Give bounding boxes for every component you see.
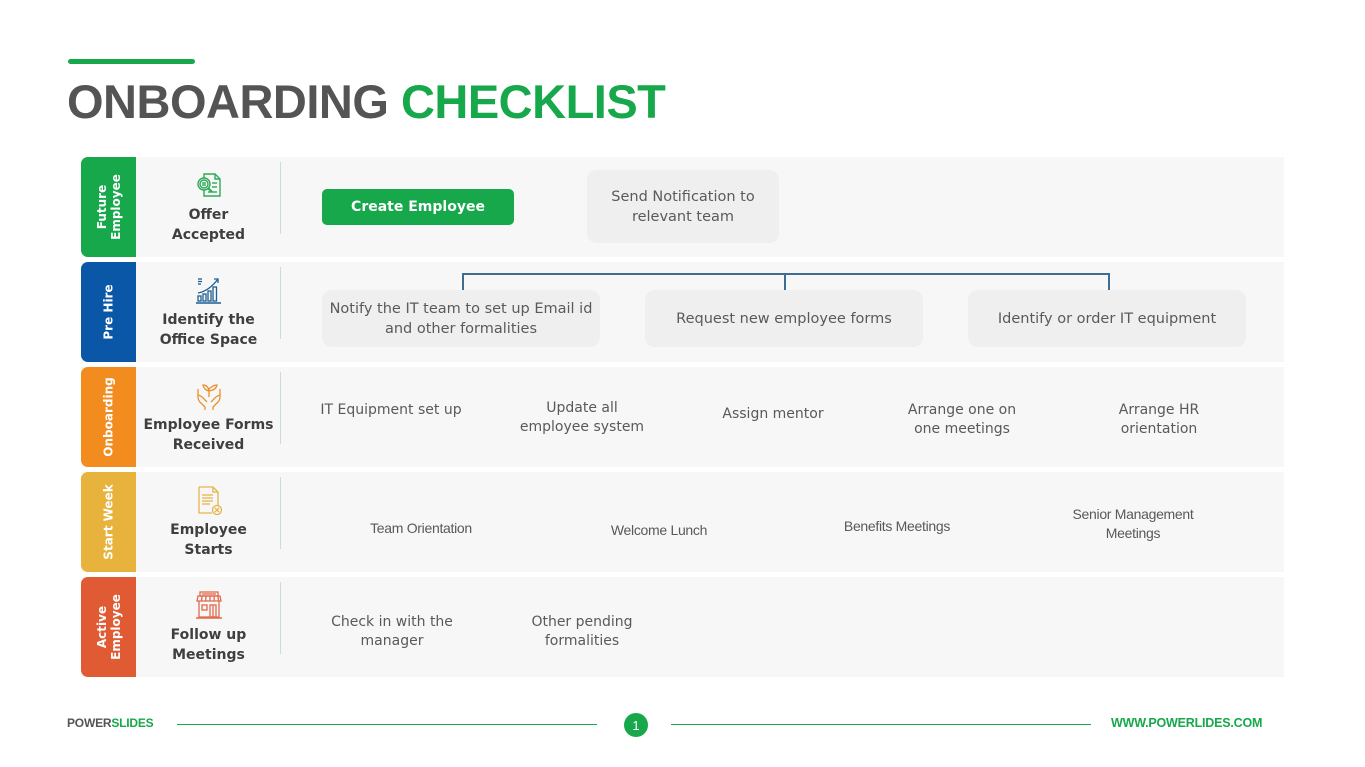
stage-label: Pre Hire	[81, 262, 136, 362]
milestone-text: Employee Starts	[170, 522, 247, 558]
stage-row-pre-hire: Pre Hire Identify the Office Space Notif…	[81, 262, 1284, 362]
page-number-badge: 1	[624, 713, 648, 737]
stage-label: Onboarding	[81, 367, 136, 467]
page-title: ONBOARDING CHECKLIST	[67, 74, 666, 130]
connector-vertical	[784, 273, 786, 290]
milestone: Offer Accepted	[136, 157, 281, 257]
title-part-1: ONBOARDING	[67, 75, 389, 128]
milestone-text: Identify the Office Space	[159, 312, 258, 348]
task-item: IT Equipment set up	[320, 402, 462, 418]
stage-row-onboarding: Onboarding Employee Forms Received IT Eq…	[81, 367, 1284, 467]
row-divider	[280, 477, 281, 549]
hands-plant-icon	[196, 384, 221, 410]
stage-label: Start Week	[81, 472, 136, 572]
task-item: Assign mentor	[722, 406, 824, 422]
stage-label-text: Pre Hire	[101, 284, 116, 340]
stage-row-active-employee: Active Employee Follow up Meetings Check…	[81, 577, 1284, 677]
connector-vertical	[462, 273, 464, 290]
task-item: Update all employee system	[519, 400, 645, 435]
stage-row-future-employee: Future Employee Offer Accepted Create Em…	[81, 157, 1284, 257]
row-divider	[280, 582, 281, 654]
task-item: Arrange HR orientation	[1118, 402, 1200, 437]
row-divider	[280, 372, 281, 444]
footer-divider-right	[671, 724, 1091, 725]
footer-brand-logo: POWERSLIDES	[67, 716, 154, 730]
stage-label-text: Future Employee	[94, 174, 123, 240]
brand-part-2: SLIDES	[111, 716, 154, 730]
task-box: Request new employee forms	[645, 290, 923, 347]
footer-divider-left	[177, 724, 597, 725]
milestone: Employee Forms Received	[136, 367, 281, 467]
brand-part-1: POWER	[67, 716, 112, 730]
connector-vertical	[1108, 273, 1110, 290]
task-item: Check in with the manager	[331, 614, 453, 649]
title-part-2: CHECKLIST	[400, 75, 666, 128]
stage-label-text: Active Employee	[94, 594, 123, 660]
growth-chart-icon	[195, 278, 221, 304]
task-item: Welcome Lunch	[610, 522, 708, 538]
milestone: Follow up Meetings	[136, 577, 281, 677]
task-box: Identify or order IT equipment	[968, 290, 1246, 347]
task-box: Send Notification to relevant team	[587, 170, 779, 243]
row-divider	[280, 162, 281, 234]
create-employee-task[interactable]: Create Employee	[322, 189, 514, 225]
title-accent-bar	[68, 59, 195, 64]
row-divider	[280, 267, 281, 339]
task-box: Notify the IT team to set up Email id an…	[322, 290, 600, 347]
stage-label-text: Onboarding	[101, 377, 116, 457]
stage-label-text: Start Week	[101, 484, 116, 560]
task-item: Benefits Meetings	[843, 518, 951, 534]
milestone: Identify the Office Space	[136, 262, 281, 362]
task-item: Other pending formalities	[531, 614, 633, 649]
stage-label: Active Employee	[81, 577, 136, 677]
storefront-icon	[195, 591, 222, 619]
task-item: Arrange one on one meetings	[907, 402, 1017, 437]
milestone-text: Follow up Meetings	[170, 627, 247, 663]
milestone-text: Offer Accepted	[171, 207, 246, 243]
stage-label: Future Employee	[81, 157, 136, 257]
task-item: Senior Management Meetings	[1072, 506, 1194, 541]
task-item: Team Orientation	[370, 520, 472, 536]
connector-horizontal	[462, 273, 1109, 275]
document-search-icon	[196, 173, 221, 197]
footer-website-link[interactable]: WWW.POWERLIDES.COM	[1111, 716, 1262, 730]
stage-row-start-week: Start Week Employee Starts Team Orientat…	[81, 472, 1284, 572]
milestone: Employee Starts	[136, 472, 281, 572]
document-cancel-icon	[197, 486, 222, 516]
milestone-text: Employee Forms Received	[143, 417, 274, 453]
